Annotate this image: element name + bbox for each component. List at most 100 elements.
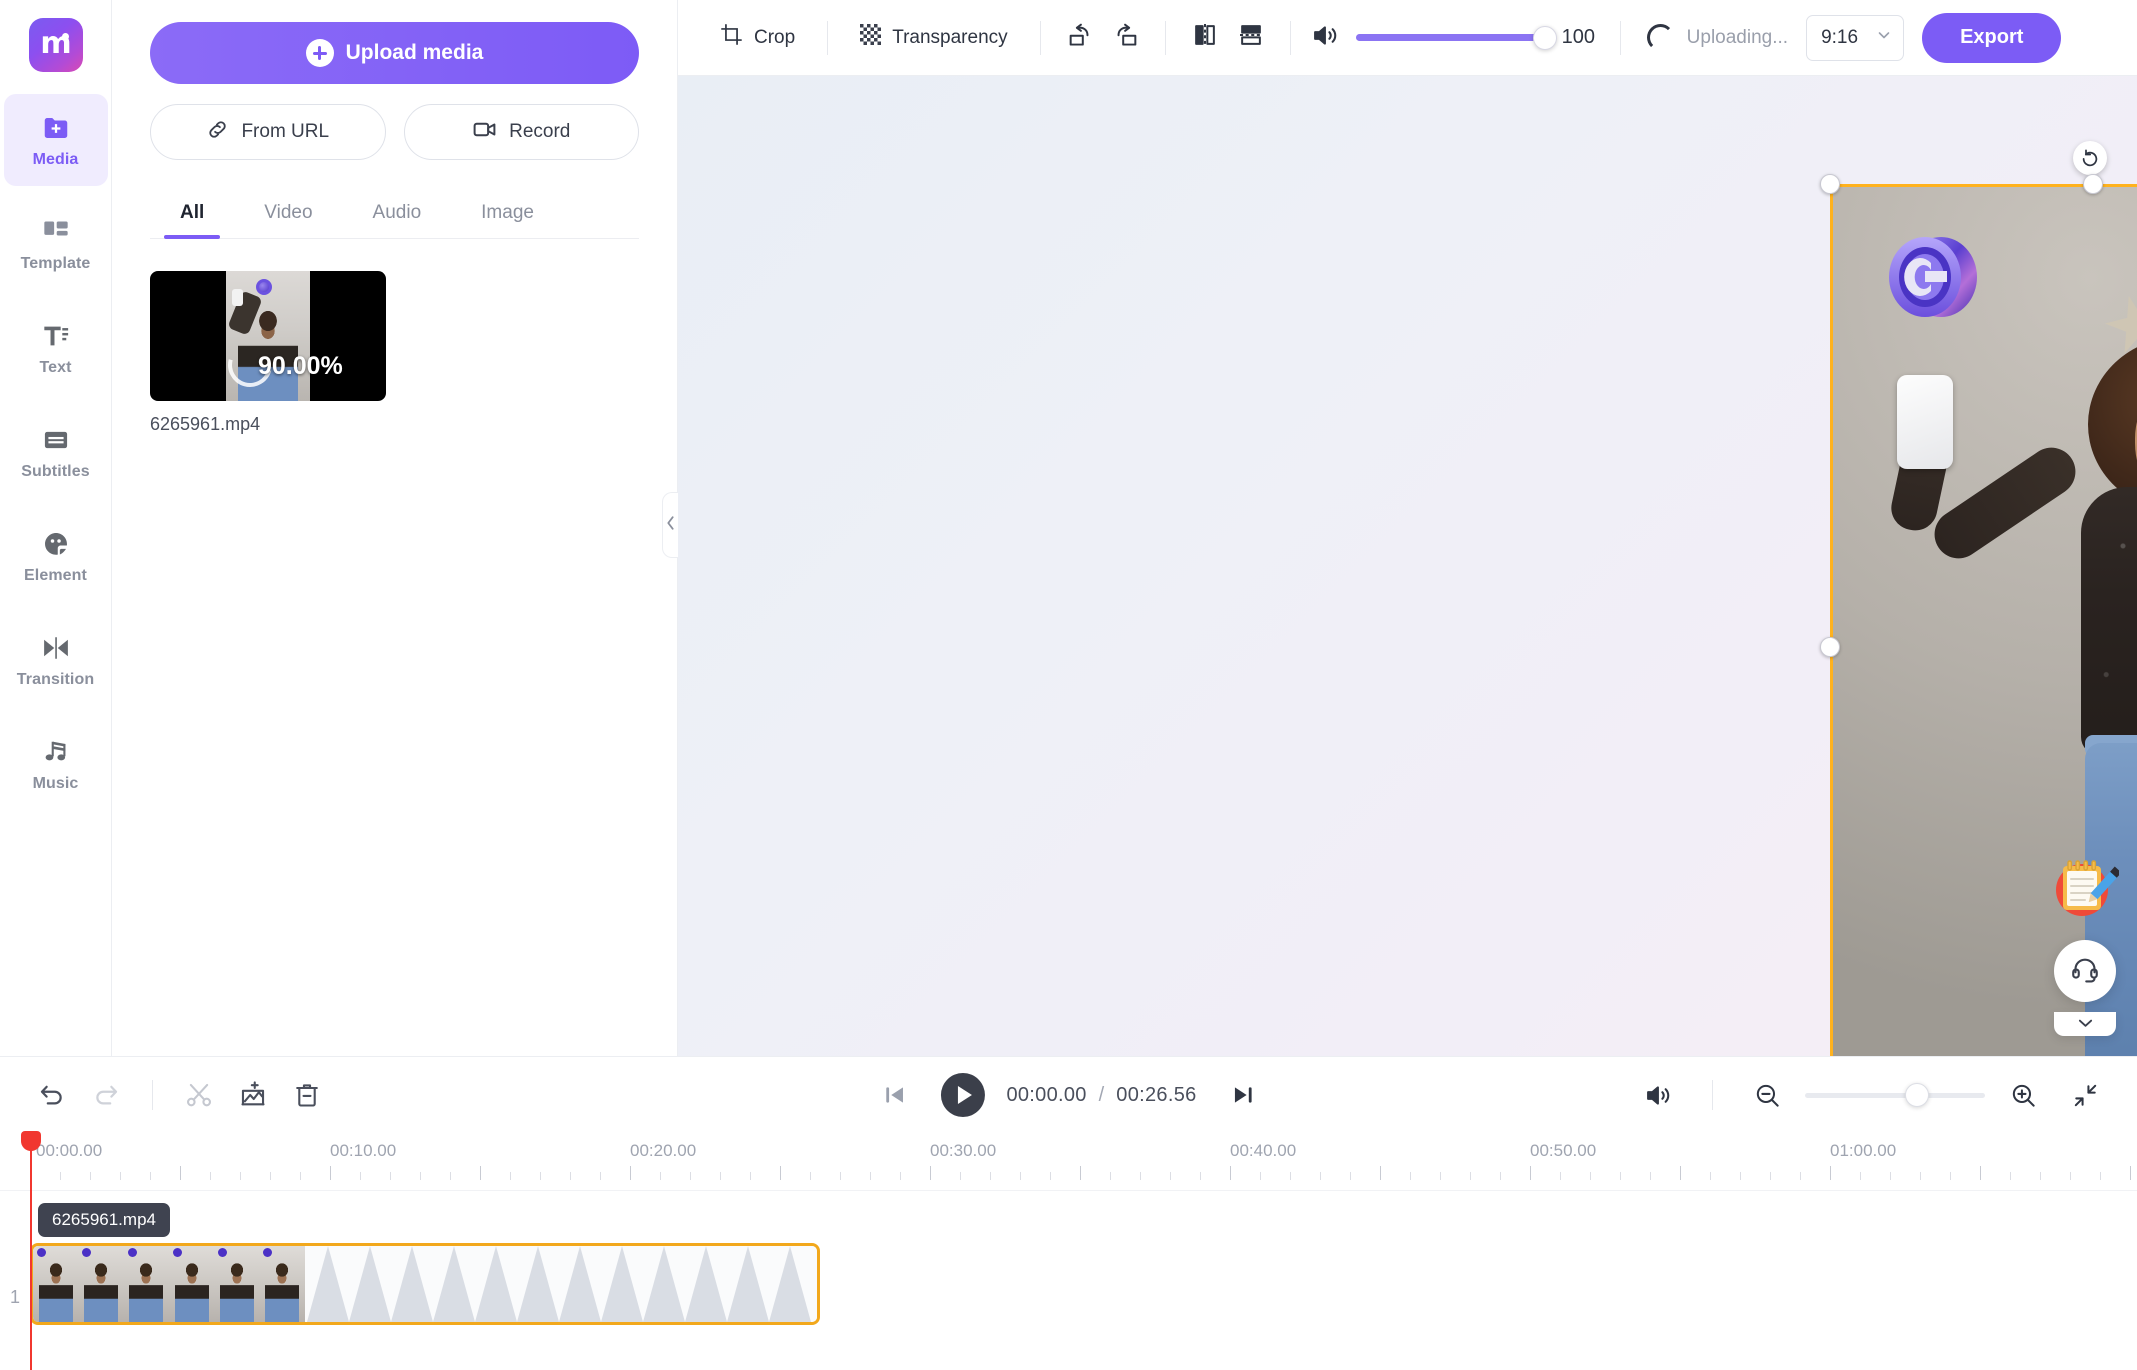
undo-button[interactable] xyxy=(28,1071,76,1119)
ruler-tick-minor xyxy=(540,1172,541,1180)
flip-vertical-button[interactable] xyxy=(1228,12,1274,63)
add-media-button[interactable] xyxy=(229,1071,277,1119)
resize-handle-middle-left[interactable] xyxy=(1820,637,1840,657)
panel-collapse-button[interactable] xyxy=(662,492,678,558)
figure-top xyxy=(2081,487,2137,755)
flip-horizontal-button[interactable] xyxy=(1182,12,1228,63)
rotate-left-button[interactable] xyxy=(1057,12,1103,63)
upload-media-button[interactable]: Upload media xyxy=(150,22,639,84)
flip-horizontal-icon xyxy=(1191,21,1219,54)
ruler-tick-major xyxy=(2130,1166,2131,1180)
figure-phone xyxy=(1897,375,1953,469)
ruler-tick-minor xyxy=(60,1172,61,1180)
sidebar-item-label: Media xyxy=(32,150,79,168)
ruler-tick-minor xyxy=(1320,1172,1321,1180)
media-item-name: 6265961.mp4 xyxy=(150,414,261,434)
media-thumbnail[interactable]: 90.00% xyxy=(150,271,386,401)
sidebar-item-transition[interactable]: Transition xyxy=(4,614,108,706)
thumbnail-phone xyxy=(232,289,243,306)
playhead[interactable] xyxy=(21,1131,41,1370)
resize-handle-top-left[interactable] xyxy=(1820,174,1840,194)
ruler-tick-minor xyxy=(690,1172,691,1180)
timeline-toolbar-divider xyxy=(1712,1080,1713,1110)
ruler-tick-minor xyxy=(660,1172,661,1180)
support-button[interactable] xyxy=(2054,940,2116,1002)
tab-audio[interactable]: Audio xyxy=(343,188,452,238)
app-logo[interactable]: m xyxy=(28,18,83,72)
sidebar-item-template[interactable]: Template xyxy=(4,198,108,290)
fit-screen-button[interactable] xyxy=(2061,1071,2109,1119)
ruler-label: 00:10.00 xyxy=(330,1141,397,1160)
sidebar-item-music[interactable]: Music xyxy=(4,718,108,810)
waveform-peak xyxy=(685,1246,727,1322)
current-time: 00:00.00 xyxy=(1006,1083,1087,1106)
sidebar-item-label: Template xyxy=(20,254,91,272)
volume-slider-handle[interactable] xyxy=(1532,25,1557,50)
tab-all[interactable]: All xyxy=(150,188,234,239)
record-label: Record xyxy=(509,121,571,142)
aspect-ratio-value: 9:16 xyxy=(1821,26,1859,48)
split-button[interactable] xyxy=(175,1071,223,1119)
zoom-out-button[interactable] xyxy=(1743,1071,1791,1119)
delete-button[interactable] xyxy=(283,1071,331,1119)
ruler-tick-minor xyxy=(1020,1172,1021,1180)
sidebar-item-media[interactable]: Media xyxy=(3,94,108,186)
ruler-tick-major xyxy=(1680,1166,1681,1180)
canvas-stage[interactable] xyxy=(678,76,2137,1056)
waveform-peak xyxy=(307,1246,349,1322)
skip-to-end-button[interactable] xyxy=(1219,1071,1267,1119)
timeline-edit-tools xyxy=(28,1071,331,1119)
timeline-clip[interactable] xyxy=(30,1243,820,1325)
ruler-tick-minor xyxy=(960,1172,961,1180)
music-note-icon xyxy=(40,736,72,768)
sidebar-item-element[interactable]: Element xyxy=(4,510,108,602)
clip-thumbnail-frame xyxy=(78,1246,124,1322)
waveform-peak xyxy=(769,1246,811,1322)
ruler-tick-minor xyxy=(1290,1172,1291,1180)
media-item[interactable]: 90.00% 6265961.mp4 xyxy=(150,271,386,435)
tab-video[interactable]: Video xyxy=(234,188,342,238)
waveform-peak xyxy=(517,1246,559,1322)
sidebar-item-subtitles[interactable]: Subtitles xyxy=(4,406,108,498)
ruler-tick-minor xyxy=(870,1172,871,1180)
rotate-handle[interactable] xyxy=(2073,141,2107,175)
toolbar-divider xyxy=(1619,20,1621,55)
canvas-toolbar: Crop Transparency 100 Uploading... 9:16 … xyxy=(678,0,2137,76)
ruler-tick-minor xyxy=(450,1172,451,1180)
sidebar-item-text[interactable]: Text xyxy=(4,302,108,394)
chevron-down-icon xyxy=(1876,27,1892,49)
survey-button[interactable] xyxy=(2051,854,2122,922)
clip-frame-watermark xyxy=(82,1248,92,1257)
timeline-toolbar-divider xyxy=(152,1080,153,1110)
tab-image[interactable]: Image xyxy=(451,188,564,238)
volume-icon[interactable] xyxy=(1311,21,1340,55)
resize-handle-top-center[interactable] xyxy=(2083,174,2103,194)
transparency-button[interactable]: Transparency xyxy=(844,16,1023,59)
timeline-view-controls xyxy=(1634,1071,2109,1119)
collapse-floating-button[interactable] xyxy=(2054,1012,2116,1036)
timeline-zoom-slider[interactable] xyxy=(1805,1083,1985,1107)
zoom-in-button[interactable] xyxy=(1999,1071,2047,1119)
timeline-tracks: 1 6265961.mp4 xyxy=(0,1191,2137,1370)
ruler-tick-minor xyxy=(720,1172,721,1180)
ruler-label: 00:20.00 xyxy=(630,1141,697,1160)
play-button[interactable] xyxy=(940,1073,985,1117)
ruler-label: 01:00.00 xyxy=(1830,1141,1897,1160)
skip-to-start-button[interactable] xyxy=(870,1071,918,1119)
export-button[interactable]: Export xyxy=(1922,12,2062,63)
clip-frame-figure xyxy=(174,1260,209,1322)
crop-button[interactable]: Crop xyxy=(704,15,811,60)
aspect-ratio-select[interactable]: 9:16 xyxy=(1806,14,1905,61)
clip-frame-figure xyxy=(83,1260,118,1322)
from-url-button[interactable]: From URL xyxy=(150,104,386,160)
redo-button[interactable] xyxy=(82,1071,130,1119)
volume-slider[interactable] xyxy=(1355,25,1557,50)
ruler-tick-minor xyxy=(1260,1172,1261,1180)
record-button[interactable]: Record xyxy=(403,104,639,160)
tab-label: Video xyxy=(264,202,313,223)
timeline-zoom-handle[interactable] xyxy=(1904,1083,1929,1107)
timeline-mute-button[interactable] xyxy=(1634,1071,1682,1119)
ruler-label: 00:00.00 xyxy=(36,1141,103,1160)
rotate-right-button[interactable] xyxy=(1103,12,1149,63)
timeline-ruler[interactable]: 00:00.00 00:10.00 00:20.00 00:30.00 00:4… xyxy=(0,1131,2137,1370)
